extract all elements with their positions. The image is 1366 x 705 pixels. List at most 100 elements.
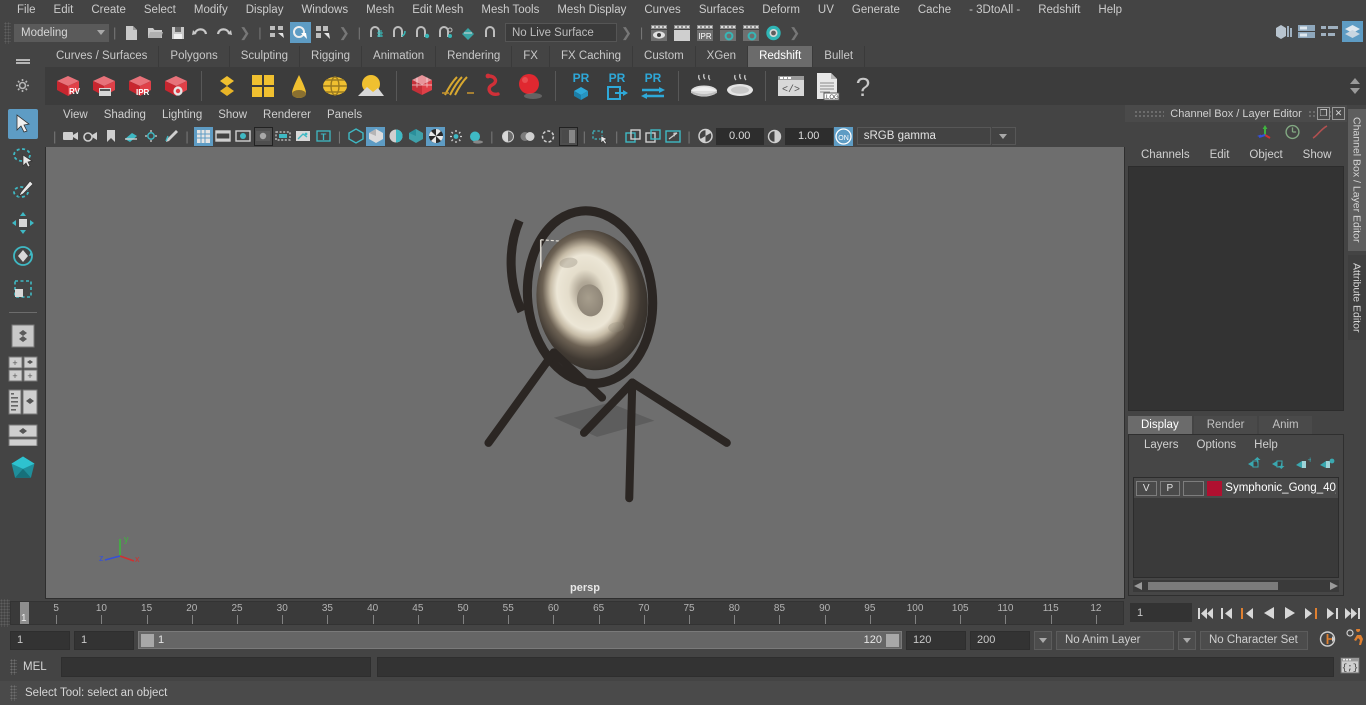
- ipr-render-icon[interactable]: IPR: [694, 22, 715, 43]
- gamma-icon[interactable]: [765, 127, 784, 146]
- menu-help[interactable]: Help: [1089, 0, 1131, 20]
- layer-menu-options[interactable]: Options: [1188, 435, 1246, 455]
- use-default-material-icon[interactable]: [406, 127, 425, 146]
- menu-uv[interactable]: UV: [809, 0, 843, 20]
- shelf-tab-sculpting[interactable]: Sculpting: [229, 46, 301, 67]
- shelf-scroll-arrows[interactable]: [1349, 77, 1366, 95]
- scale-tool[interactable]: [8, 274, 38, 304]
- restore-icon[interactable]: ❐: [1317, 107, 1330, 120]
- play-backwards-icon[interactable]: [1259, 602, 1278, 624]
- panel-reset-icon[interactable]: [663, 127, 682, 146]
- script-window-icon[interactable]: </>: [774, 69, 808, 103]
- menu-display[interactable]: Display: [237, 0, 293, 20]
- resolution-gate-icon[interactable]: [234, 127, 253, 146]
- show-hide-tool-settings-icon[interactable]: [1319, 21, 1340, 42]
- menu-deform[interactable]: Deform: [753, 0, 809, 20]
- exposure-icon[interactable]: [696, 127, 715, 146]
- layer-menu-help[interactable]: Help: [1245, 435, 1287, 455]
- new-scene-icon[interactable]: [121, 22, 142, 43]
- layer-list[interactable]: V P Symphonic_Gong_40_i: [1133, 477, 1339, 578]
- layer-visibility-toggle[interactable]: V: [1136, 480, 1157, 496]
- shelf-tab-bullet[interactable]: Bullet: [813, 46, 866, 67]
- statusline-grip[interactable]: [4, 21, 11, 44]
- snap-to-curve-icon[interactable]: [389, 22, 410, 43]
- four-view-layout[interactable]: [8, 321, 38, 351]
- playback-start-time-field[interactable]: 1: [74, 630, 134, 650]
- snap-to-projected-center-icon[interactable]: [435, 22, 456, 43]
- scroll-thumb[interactable]: [1148, 582, 1278, 590]
- outliner-persp-layout[interactable]: [8, 387, 38, 417]
- redshift-settings-icon[interactable]: [159, 69, 193, 103]
- menu-generate[interactable]: Generate: [843, 0, 909, 20]
- snap-to-grid-icon[interactable]: [366, 22, 387, 43]
- shelf-tab-polygons[interactable]: Polygons: [159, 46, 230, 67]
- paint-select-tool[interactable]: [8, 175, 38, 205]
- playback-end-time-field[interactable]: 120: [906, 630, 966, 650]
- range-end-handle[interactable]: [886, 633, 899, 647]
- menu-mesh-display[interactable]: Mesh Display: [548, 0, 635, 20]
- redshift-ipr-icon[interactable]: IPR: [123, 69, 157, 103]
- matte-grid-icon[interactable]: [246, 69, 280, 103]
- menu-windows[interactable]: Windows: [292, 0, 357, 20]
- bake-icon[interactable]: [687, 69, 721, 103]
- proxy-diamond-icon[interactable]: [210, 69, 244, 103]
- camera-icon[interactable]: [61, 127, 80, 146]
- character-set-selector[interactable]: No Character Set: [1200, 630, 1308, 650]
- redo-icon[interactable]: [213, 22, 234, 43]
- play-forwards-icon[interactable]: [1280, 602, 1299, 624]
- hypershade-icon[interactable]: [740, 22, 761, 43]
- new-layer-icon[interactable]: +: [1295, 455, 1313, 473]
- panel-zoom-icon[interactable]: [623, 127, 642, 146]
- shelf-tab-rendering[interactable]: Rendering: [436, 46, 513, 67]
- menu-select[interactable]: Select: [135, 0, 185, 20]
- exposure-value-field[interactable]: 0.00: [715, 127, 764, 145]
- text-display-icon[interactable]: T: [314, 127, 333, 146]
- layer-row[interactable]: V P Symphonic_Gong_40_i: [1134, 478, 1338, 498]
- range-options-chevron-down-icon[interactable]: [1034, 630, 1052, 650]
- panel-grip-left[interactable]: [1134, 110, 1165, 117]
- layer-menu-layers[interactable]: Layers: [1135, 435, 1188, 455]
- gate-mask-icon[interactable]: [253, 126, 273, 146]
- sphere-icon[interactable]: [513, 69, 547, 103]
- menuset-selector[interactable]: Modeling: [14, 23, 109, 42]
- undo-icon[interactable]: [190, 22, 211, 43]
- close-icon[interactable]: ✕: [1332, 107, 1345, 120]
- menu-redshift[interactable]: Redshift: [1029, 0, 1089, 20]
- rotate-tool[interactable]: [8, 241, 38, 271]
- layer-color-swatch[interactable]: [1206, 480, 1223, 496]
- layer-tab-display[interactable]: Display: [1128, 416, 1192, 434]
- shelf-tab-redshift[interactable]: Redshift: [748, 46, 814, 67]
- select-tool[interactable]: [7, 109, 38, 139]
- shelf-tab-curves-surfaces[interactable]: Curves / Surfaces: [45, 46, 160, 67]
- anim-layer-chevron-down-icon[interactable]: [1178, 630, 1196, 650]
- vertical-tab-attribute-editor[interactable]: Attribute Editor: [1347, 254, 1366, 340]
- bookmark-icon[interactable]: [101, 127, 120, 146]
- render-region-icon[interactable]: [671, 22, 692, 43]
- xray-icon[interactable]: [294, 127, 313, 146]
- film-gate-icon[interactable]: [214, 127, 233, 146]
- snap-to-view-plane-icon[interactable]: [458, 22, 479, 43]
- ambient-occlusion-icon[interactable]: [499, 127, 518, 146]
- light-dome-icon[interactable]: [318, 69, 352, 103]
- menu-file[interactable]: File: [8, 0, 45, 20]
- use-all-lights-icon[interactable]: [446, 127, 465, 146]
- layer-shading-toggle[interactable]: [1183, 480, 1204, 496]
- shelf-tab-rigging[interactable]: Rigging: [300, 46, 363, 67]
- mel-command-input[interactable]: [61, 657, 371, 677]
- color-profile-chevron-down-icon[interactable]: [991, 127, 1016, 145]
- current-frame-field[interactable]: 1: [1130, 603, 1192, 622]
- bake-all-icon[interactable]: [723, 69, 757, 103]
- menu-modify[interactable]: Modify: [185, 0, 237, 20]
- channel-menu-show[interactable]: Show: [1293, 144, 1342, 166]
- shadows-icon[interactable]: [466, 127, 485, 146]
- menu-cache[interactable]: Cache: [909, 0, 960, 20]
- viewport-menu-shading[interactable]: Shading: [96, 105, 154, 125]
- new-layer-from-selected-icon[interactable]: [1319, 457, 1335, 473]
- menu-surfaces[interactable]: Surfaces: [690, 0, 753, 20]
- step-back-frame-icon[interactable]: [1238, 602, 1257, 624]
- curve-hook-icon[interactable]: [477, 69, 511, 103]
- show-hide-channel-box-icon[interactable]: [1342, 21, 1363, 42]
- volume-cube-icon[interactable]: [405, 69, 439, 103]
- layer-playback-toggle[interactable]: P: [1159, 480, 1181, 496]
- go-to-start-icon[interactable]: [1196, 602, 1215, 624]
